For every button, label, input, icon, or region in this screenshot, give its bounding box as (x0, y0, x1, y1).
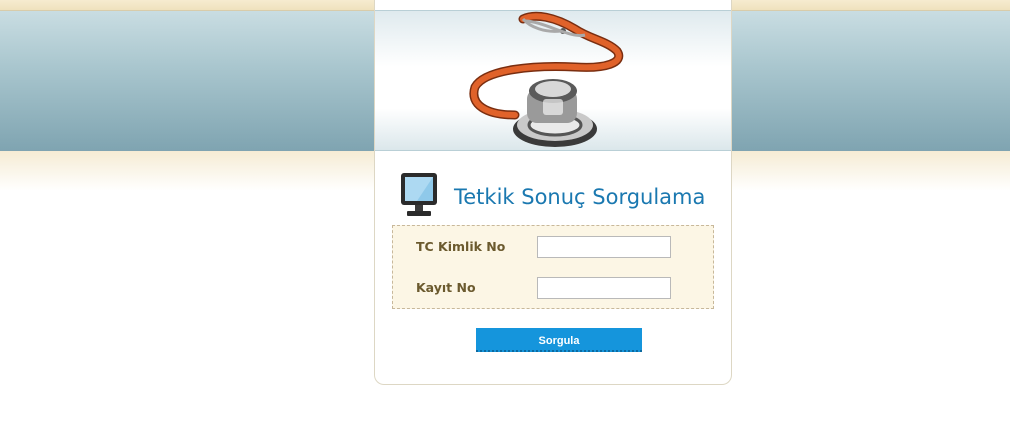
main-panel: Tetkik Sonuç Sorgulama TC Kimlik No Kayı… (374, 0, 732, 385)
tc-kimlik-label: TC Kimlik No (416, 239, 506, 254)
stethoscope-icon (469, 11, 624, 147)
kayit-no-label: Kayıt No (416, 280, 476, 295)
sorgula-button[interactable]: Sorgula (476, 328, 642, 352)
tc-kimlik-input[interactable] (537, 236, 671, 258)
query-form: TC Kimlik No Kayıt No (392, 225, 714, 309)
title-row: Tetkik Sonuç Sorgulama (399, 172, 719, 220)
header-banner (375, 10, 731, 151)
page-title: Tetkik Sonuç Sorgulama (454, 185, 706, 209)
kayit-no-input[interactable] (537, 277, 671, 299)
monitor-icon (401, 173, 437, 216)
